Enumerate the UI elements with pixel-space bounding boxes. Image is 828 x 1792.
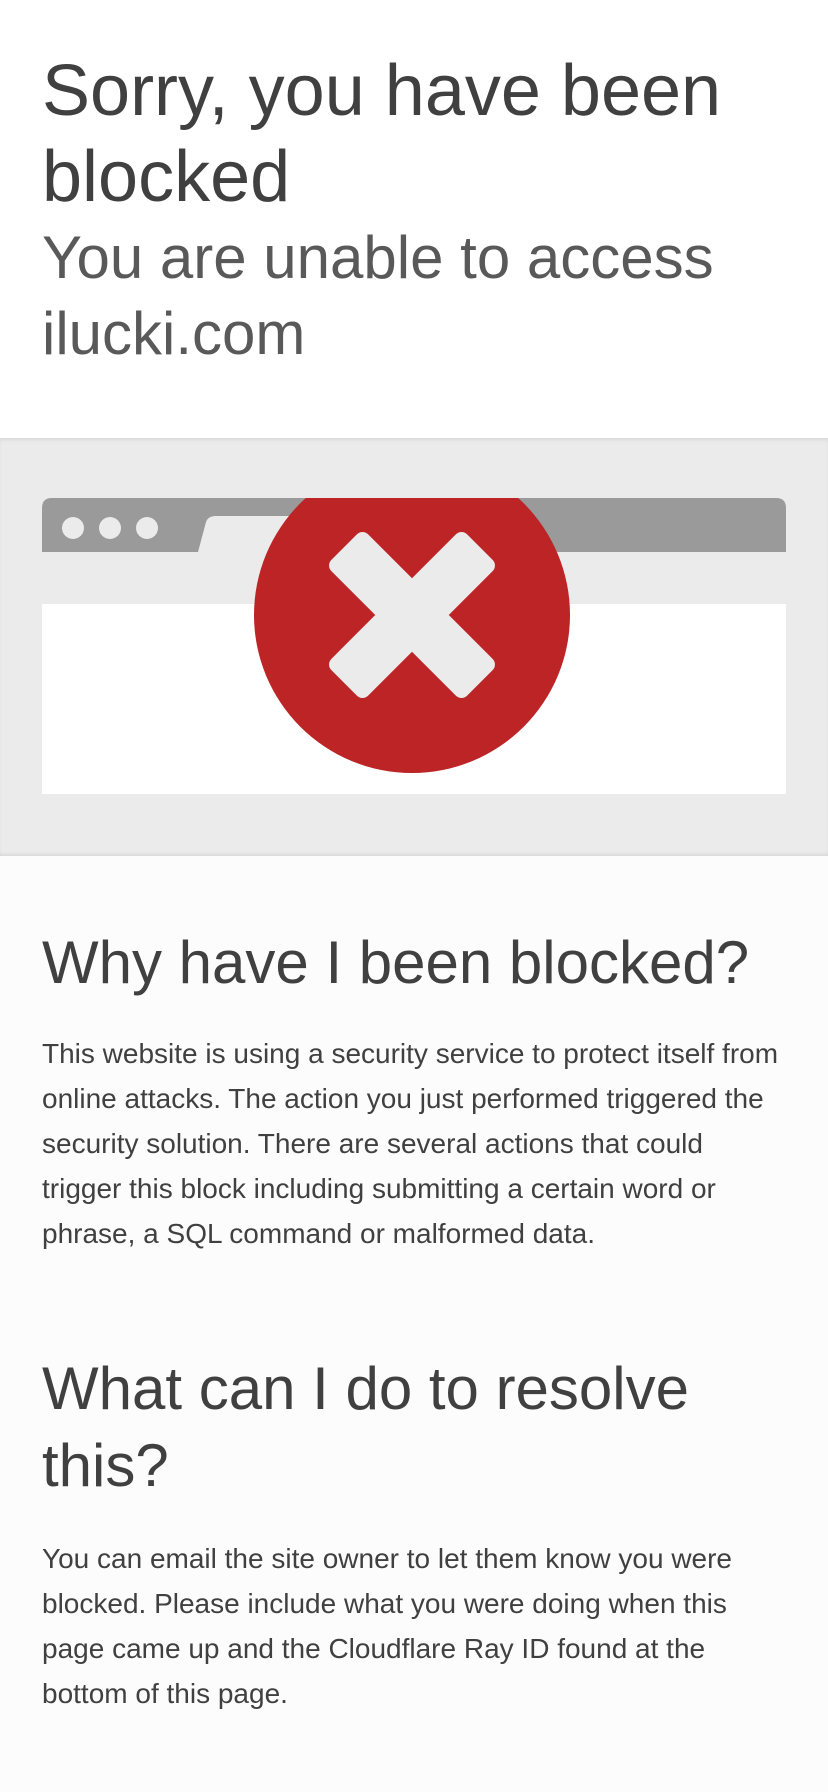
resolve-text: You can email the site owner to let them… xyxy=(42,1543,733,1709)
why-blocked-text: This website is using a security service… xyxy=(42,1038,779,1249)
window-dots xyxy=(62,517,158,539)
page-title: Sorry, you have been blocked xyxy=(42,51,722,217)
resolve-heading: What can I do to resolve this? xyxy=(42,1355,689,1499)
page-header: Sorry, you have been blocked You are una… xyxy=(0,0,828,438)
main-content: Why have I been blocked? This website is… xyxy=(0,856,828,1716)
browser-illustration xyxy=(42,498,786,794)
page-subtitle: You are unable to access ilucki.com xyxy=(42,224,714,367)
illustration-band xyxy=(0,438,828,856)
why-blocked-heading: Why have I been blocked? xyxy=(42,929,750,996)
